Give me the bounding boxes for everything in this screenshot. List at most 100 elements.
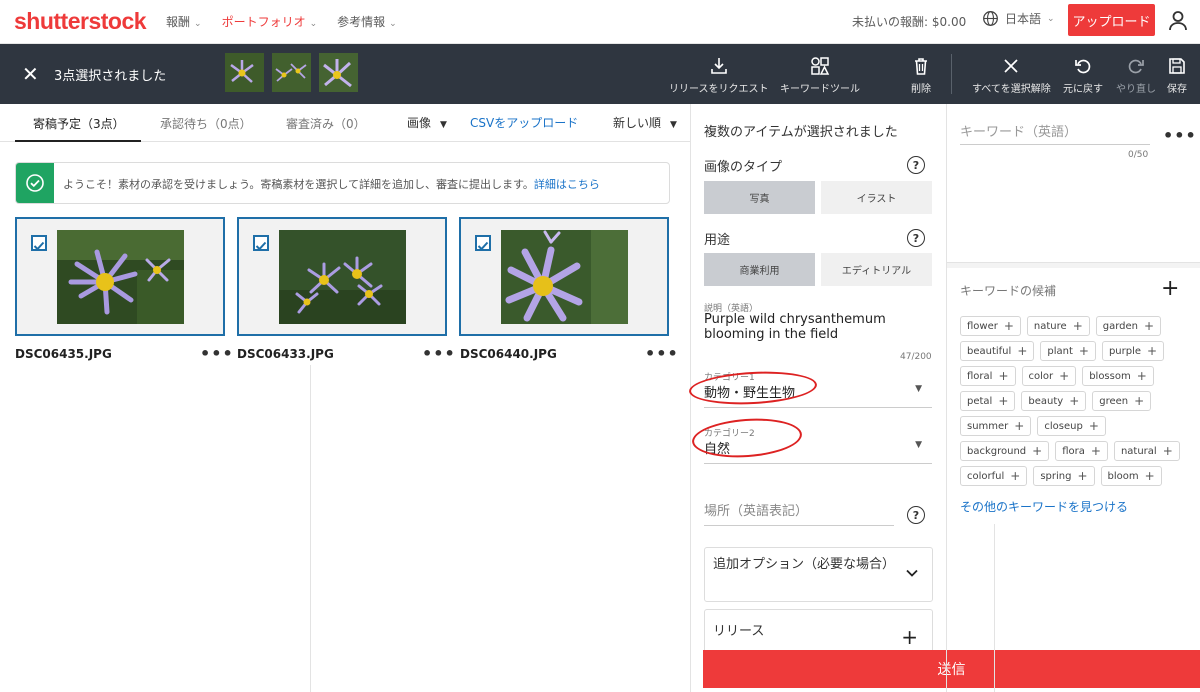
keyword-chip-label: closeup bbox=[1044, 420, 1083, 432]
sort-dropdown[interactable]: 新しい順 ▼ bbox=[613, 114, 677, 131]
location-input[interactable]: 場所（英語表記） bbox=[704, 500, 894, 526]
keyword-chip[interactable]: beautiful + bbox=[960, 341, 1035, 361]
plus-icon: + bbox=[1090, 444, 1101, 458]
keyword-chip[interactable]: summer + bbox=[960, 416, 1032, 436]
keyword-chip[interactable]: green + bbox=[1092, 391, 1152, 411]
tab-pending[interactable]: 寄稿予定（3点） bbox=[33, 115, 125, 132]
keyword-chip[interactable]: spring + bbox=[1033, 466, 1095, 486]
keyword-chip-label: garden bbox=[1102, 320, 1139, 332]
media-type-filter[interactable]: 画像 ▼ bbox=[407, 114, 447, 131]
keyword-chip[interactable]: flower + bbox=[960, 316, 1021, 336]
thumbnail[interactable] bbox=[225, 53, 264, 92]
description-input[interactable]: Purple wild chrysanthemum blooming in th… bbox=[704, 312, 934, 342]
keyword-chip[interactable]: nature + bbox=[1026, 316, 1090, 336]
keyword-chip[interactable]: purple + bbox=[1101, 341, 1165, 361]
plus-icon: + bbox=[901, 625, 918, 649]
top-header: shutterstock 報酬 ⌄ ポートフォリオ ⌄ 参考情報 ⌄ 未払いの報酬: … bbox=[0, 0, 1200, 44]
image-card[interactable] bbox=[15, 217, 225, 336]
keyword-chip[interactable]: closeup + bbox=[1037, 416, 1106, 436]
more-options-icon[interactable]: ••• bbox=[1163, 126, 1197, 145]
photo-thumbnail bbox=[501, 230, 628, 324]
keyword-chip[interactable]: background + bbox=[960, 441, 1050, 461]
keyword-chip-label: background bbox=[967, 445, 1027, 457]
language-selector[interactable]: 日本語 ⌄ bbox=[982, 10, 1055, 27]
usage-editorial[interactable]: エディトリアル bbox=[821, 253, 932, 286]
close-icon[interactable]: ✕ bbox=[22, 62, 39, 86]
keyword-chip-label: flora bbox=[1062, 445, 1085, 457]
tab-reviewed[interactable]: 審査済み（0） bbox=[286, 115, 366, 132]
keyword-chip[interactable]: bloom + bbox=[1100, 466, 1162, 486]
tab-awaiting[interactable]: 承認待ち（0点） bbox=[160, 115, 252, 132]
nav-portfolio[interactable]: ポートフォリオ ⌄ bbox=[222, 13, 318, 30]
keyword-chip[interactable]: plant + bbox=[1040, 341, 1096, 361]
request-release-button[interactable]: リリースをリクエスト bbox=[669, 56, 769, 95]
keyword-chip-label: petal bbox=[967, 395, 993, 407]
keyword-tool-button[interactable]: キーワードツール bbox=[780, 56, 860, 95]
plus-icon: + bbox=[1078, 344, 1089, 358]
nav-earnings[interactable]: 報酬 ⌄ bbox=[166, 13, 202, 30]
selected-checkbox[interactable] bbox=[253, 235, 269, 251]
image-type-illustration[interactable]: イラスト bbox=[821, 181, 932, 214]
keyword-chip[interactable]: colorful + bbox=[960, 466, 1028, 486]
plus-icon: + bbox=[1144, 319, 1155, 333]
help-icon[interactable]: ? bbox=[907, 506, 925, 524]
file-name: DSC06435.JPG bbox=[15, 347, 112, 361]
redo-icon bbox=[1128, 59, 1144, 74]
plus-icon: + bbox=[1010, 469, 1021, 483]
description-count: 47/200 bbox=[900, 352, 932, 362]
selected-checkbox[interactable] bbox=[475, 235, 491, 251]
add-all-plus-icon[interactable]: + bbox=[1161, 276, 1179, 301]
download-icon bbox=[710, 58, 727, 74]
more-options-icon[interactable]: ••• bbox=[645, 344, 679, 363]
redo-button[interactable]: やり直し bbox=[1116, 56, 1156, 95]
keyword-chip[interactable]: natural + bbox=[1113, 441, 1180, 461]
additional-options-accordion[interactable]: 追加オプション（必要な場合） bbox=[704, 547, 933, 602]
keyword-chip-label: colorful bbox=[967, 470, 1005, 482]
keyword-chip-label: green bbox=[1099, 395, 1129, 407]
keyword-input[interactable]: キーワード（英語） bbox=[960, 121, 1077, 140]
save-button[interactable]: 保存 bbox=[1167, 56, 1187, 95]
file-name: DSC06440.JPG bbox=[460, 347, 557, 361]
deselect-all-button[interactable]: すべてを選択解除 bbox=[972, 56, 1051, 95]
upload-button[interactable]: アップロード bbox=[1068, 4, 1155, 36]
nav-resources[interactable]: 参考情報 ⌄ bbox=[337, 13, 397, 30]
keyword-chip[interactable]: blossom + bbox=[1082, 366, 1154, 386]
plus-icon: + bbox=[1032, 444, 1043, 458]
find-more-keywords-link[interactable]: その他のキーワードを見つける bbox=[960, 498, 1128, 515]
user-icon[interactable] bbox=[1168, 10, 1188, 36]
help-icon[interactable]: ? bbox=[907, 156, 925, 174]
thumbnail[interactable] bbox=[272, 53, 311, 92]
plus-icon: + bbox=[1136, 369, 1147, 383]
keyword-chip-label: plant bbox=[1047, 345, 1073, 357]
keyword-chip[interactable]: color + bbox=[1021, 366, 1077, 386]
chevron-down-icon: ⌄ bbox=[1047, 13, 1055, 24]
undo-button[interactable]: 元に戻す bbox=[1063, 56, 1103, 95]
more-options-icon[interactable]: ••• bbox=[200, 344, 234, 363]
usage-commercial[interactable]: 商業利用 bbox=[704, 253, 815, 286]
image-card[interactable] bbox=[459, 217, 669, 336]
help-icon[interactable]: ? bbox=[907, 229, 925, 247]
release-accordion[interactable]: リリース + bbox=[704, 609, 933, 654]
keyword-chip[interactable]: garden + bbox=[1095, 316, 1162, 336]
thumbnail[interactable] bbox=[319, 53, 358, 92]
active-tab-indicator bbox=[15, 140, 141, 142]
more-options-icon[interactable]: ••• bbox=[422, 344, 456, 363]
plus-icon: + bbox=[998, 369, 1009, 383]
keyword-chip[interactable]: beauty + bbox=[1021, 391, 1087, 411]
image-type-photo[interactable]: 写真 bbox=[704, 181, 815, 214]
plus-icon: + bbox=[998, 394, 1009, 408]
keyword-chip[interactable]: floral + bbox=[960, 366, 1016, 386]
image-card[interactable] bbox=[237, 217, 447, 336]
trash-icon bbox=[915, 58, 927, 75]
shutterstock-logo[interactable]: shutterstock bbox=[14, 8, 147, 35]
keyword-chip-label: summer bbox=[967, 420, 1009, 432]
keyword-chip[interactable]: petal + bbox=[960, 391, 1016, 411]
keyword-chip-label: beauty bbox=[1028, 395, 1064, 407]
delete-button[interactable]: 削除 bbox=[911, 56, 931, 95]
csv-upload-link[interactable]: CSVをアップロード bbox=[470, 114, 578, 131]
keyword-chip[interactable]: flora + bbox=[1055, 441, 1108, 461]
chevron-down-icon: ⌄ bbox=[309, 19, 318, 29]
learn-more-link[interactable]: 詳細はこちら bbox=[534, 178, 600, 191]
selected-checkbox[interactable] bbox=[31, 235, 47, 251]
photo-thumbnail bbox=[57, 230, 184, 324]
